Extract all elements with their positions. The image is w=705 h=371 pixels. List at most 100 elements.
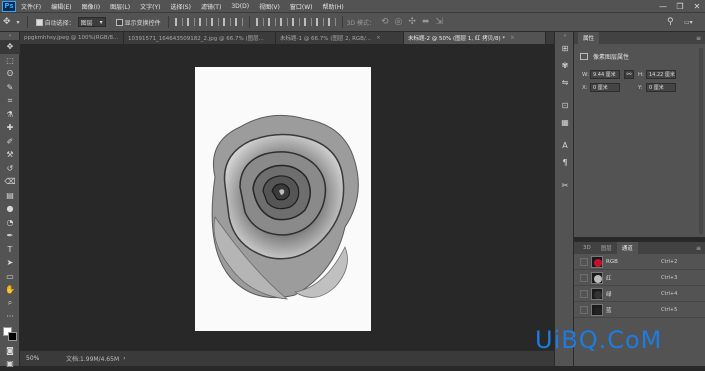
auto-align-icon[interactable] <box>327 18 336 26</box>
distribute-vcenter-icon[interactable] <box>267 18 276 26</box>
tab-document-1[interactable]: ppgkmhhsy.jpeg @ 100%(RGB/8... <box>20 32 124 44</box>
panel-menu-icon[interactable]: ≡ <box>696 35 701 42</box>
close-icon[interactable]: × <box>376 35 381 41</box>
quick-mask-icon[interactable]: ◙ <box>0 344 20 358</box>
distribute-bottom-icon[interactable] <box>279 18 288 26</box>
info-panel-icon[interactable]: ⊡ <box>555 97 575 114</box>
adjustments-panel-icon[interactable]: ⇋ <box>555 74 575 91</box>
screen-mode-icon[interactable]: ▣ <box>0 357 20 371</box>
panel-menu-icon[interactable]: ≡ <box>696 245 701 252</box>
align-bottom-icon[interactable] <box>198 18 207 26</box>
zoom-level[interactable]: 50% <box>20 355 50 362</box>
y-field[interactable]: 0 厘米 <box>646 83 676 92</box>
minimize-button[interactable]: — <box>655 0 671 12</box>
document-canvas[interactable] <box>195 67 371 331</box>
tab-document-3[interactable]: 未标题-1 @ 66.7% (图层 2, RGB/... × <box>276 32 404 44</box>
workspace-select-icon[interactable]: ▭▾ <box>684 19 693 26</box>
visibility-toggle[interactable] <box>580 289 588 298</box>
move-tool-icon[interactable]: ✥ <box>3 17 11 27</box>
tab-properties[interactable]: 属性 <box>578 32 600 44</box>
3d-slide-icon[interactable]: ⬌ <box>422 17 430 27</box>
background-color[interactable] <box>8 331 17 341</box>
align-vcenter-icon[interactable] <box>186 18 195 26</box>
path-select-tool-icon[interactable]: ➤ <box>0 256 20 270</box>
menu-select[interactable]: 选择(S) <box>165 2 196 11</box>
menu-image[interactable]: 图像(I) <box>77 2 105 11</box>
height-field[interactable]: 14.22 厘米 <box>646 70 676 79</box>
3d-scale-icon[interactable]: ⇲ <box>435 17 443 27</box>
brush-panel-icon[interactable]: ✾ <box>555 57 575 74</box>
status-menu-arrow[interactable]: › <box>123 355 125 362</box>
link-icon[interactable]: ⚯ <box>624 70 634 79</box>
tab-layers[interactable]: 图层 <box>596 242 617 254</box>
tool-presets-panel-icon[interactable]: ✂ <box>555 177 575 194</box>
tab-3d[interactable]: 3D <box>578 242 596 254</box>
tab-document-4-active[interactable]: 未标题-2 @ 50% (图层 1, 红 拷贝/8) * × <box>404 32 546 44</box>
menu-window[interactable]: 窗口(W) <box>285 2 318 11</box>
visibility-toggle[interactable] <box>580 305 588 314</box>
width-field[interactable]: 9.44 厘米 <box>590 70 620 79</box>
align-right-icon[interactable] <box>234 18 243 26</box>
tab-document-2[interactable]: 10391571_164643509182_2.jpg @ 66.7% (图层.… <box>124 32 276 44</box>
menu-3d[interactable]: 3D(D) <box>226 3 254 10</box>
search-icon[interactable]: ⚲ <box>667 17 674 27</box>
type-tool-icon[interactable]: T <box>0 243 20 257</box>
pen-tool-icon[interactable]: ✒ <box>0 229 20 243</box>
menu-edit[interactable]: 编辑(E) <box>46 2 76 11</box>
clone-stamp-tool-icon[interactable]: ⚒ <box>0 148 20 162</box>
close-icon[interactable]: × <box>510 35 515 41</box>
visibility-toggle[interactable] <box>580 257 588 266</box>
3d-roll-icon[interactable]: ◎ <box>395 17 403 27</box>
edit-toolbar-icon[interactable]: ··· <box>0 310 20 324</box>
lasso-tool-icon[interactable]: ʘ <box>0 67 20 81</box>
move-tool-icon[interactable]: ✥ <box>0 40 20 54</box>
show-transform-checkbox[interactable] <box>115 18 123 26</box>
x-field[interactable]: 0 厘米 <box>590 83 620 92</box>
restore-button[interactable]: ❐ <box>672 0 688 12</box>
auto-select-target-select[interactable]: 图层 ▾ <box>77 17 106 27</box>
channel-row-red[interactable]: 红 Ctrl+3 <box>574 270 705 286</box>
auto-select-checkbox[interactable] <box>35 18 43 26</box>
eyedropper-tool-icon[interactable]: ⚗ <box>0 108 20 122</box>
paragraph-panel-icon[interactable]: ¶ <box>555 154 575 171</box>
distribute-left-icon[interactable] <box>291 18 300 26</box>
brush-tool-icon[interactable]: ✐ <box>0 135 20 149</box>
align-top-icon[interactable] <box>174 18 183 26</box>
history-brush-tool-icon[interactable]: ↺ <box>0 162 20 176</box>
quick-select-tool-icon[interactable]: ✎ <box>0 81 20 95</box>
gradient-tool-icon[interactable]: ▤ <box>0 189 20 203</box>
3d-pan-icon[interactable]: ✣ <box>408 17 416 27</box>
crop-tool-icon[interactable]: ⌗ <box>0 94 20 108</box>
zoom-tool-icon[interactable]: ⌕ <box>0 297 20 311</box>
menu-layer[interactable]: 图层(L) <box>105 2 135 11</box>
dodge-tool-icon[interactable]: ◔ <box>0 216 20 230</box>
menu-filter[interactable]: 滤镜(T) <box>196 2 226 11</box>
channel-row-blue[interactable]: 蓝 Ctrl+5 <box>574 302 705 318</box>
menu-view[interactable]: 视图(V) <box>254 2 285 11</box>
menu-help[interactable]: 帮助(H) <box>318 2 349 11</box>
3d-rotate-icon[interactable]: ⟲ <box>381 17 389 27</box>
distribute-hcenter-icon[interactable] <box>303 18 312 26</box>
eraser-tool-icon[interactable]: ⌫ <box>0 175 20 189</box>
properties-scrollbar[interactable] <box>699 48 703 234</box>
rectangle-tool-icon[interactable]: ▭ <box>0 270 20 284</box>
blur-tool-icon[interactable]: ● <box>0 202 20 216</box>
hand-tool-icon[interactable]: ✋ <box>0 283 20 297</box>
healing-brush-tool-icon[interactable]: ✚ <box>0 121 20 135</box>
collapse-icon[interactable]: » <box>0 32 20 40</box>
collapse-icon[interactable]: « <box>555 32 575 40</box>
close-button[interactable]: ✕ <box>689 0 705 12</box>
marquee-tool-icon[interactable]: ⬚ <box>0 54 20 68</box>
tab-channels[interactable]: 通道 <box>616 242 638 254</box>
align-hcenter-icon[interactable] <box>222 18 231 26</box>
character-panel-icon[interactable]: A <box>555 137 575 154</box>
visibility-toggle[interactable] <box>580 273 588 282</box>
channel-row-rgb[interactable]: RGB Ctrl+2 <box>574 254 705 270</box>
distribute-right-icon[interactable] <box>315 18 324 26</box>
channel-row-green[interactable]: 绿 Ctrl+4 <box>574 286 705 302</box>
align-left-icon[interactable] <box>210 18 219 26</box>
history-panel-icon[interactable]: ⊞ <box>555 40 575 57</box>
swatches-panel-icon[interactable]: ▦ <box>555 114 575 131</box>
color-swatches[interactable] <box>0 324 20 344</box>
chevron-down-icon[interactable]: ▾ <box>17 19 20 26</box>
